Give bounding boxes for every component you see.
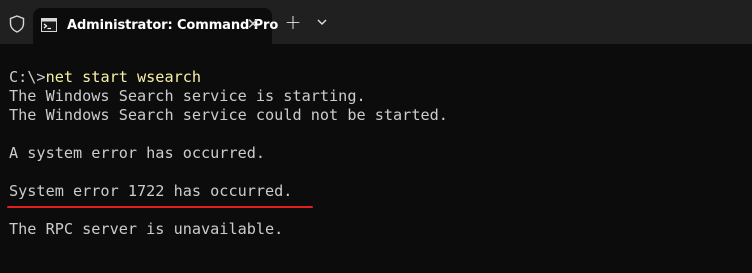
- terminal-window: Administrator: Command Pro ✕ + C:\>net s…: [0, 0, 752, 273]
- title-bar: Administrator: Command Pro ✕ +: [0, 0, 752, 44]
- command-line: C:\>net start wsearch: [9, 68, 201, 87]
- output-line: The RPC server is unavailable.: [9, 220, 284, 238]
- output-line: The Windows Search service is starting.: [9, 87, 366, 105]
- prompt: C:\>: [9, 68, 46, 86]
- tab-command-prompt[interactable]: Administrator: Command Pro ✕: [33, 8, 278, 44]
- command-prompt-icon: [41, 18, 57, 32]
- output-line: The Windows Search service could not be …: [9, 106, 448, 124]
- plus-icon[interactable]: +: [284, 12, 302, 32]
- console-output[interactable]: C:\>net start wsearch The Windows Search…: [0, 44, 752, 273]
- command-text: net start wsearch: [45, 68, 202, 86]
- error-highlight-underline: [7, 206, 313, 208]
- close-icon[interactable]: ✕: [245, 16, 261, 32]
- output-line: A system error has occurred.: [9, 144, 266, 162]
- shield-icon: [9, 15, 25, 33]
- error-line: System error 1722 has occurred.: [9, 182, 293, 200]
- chevron-down-icon[interactable]: [314, 15, 330, 29]
